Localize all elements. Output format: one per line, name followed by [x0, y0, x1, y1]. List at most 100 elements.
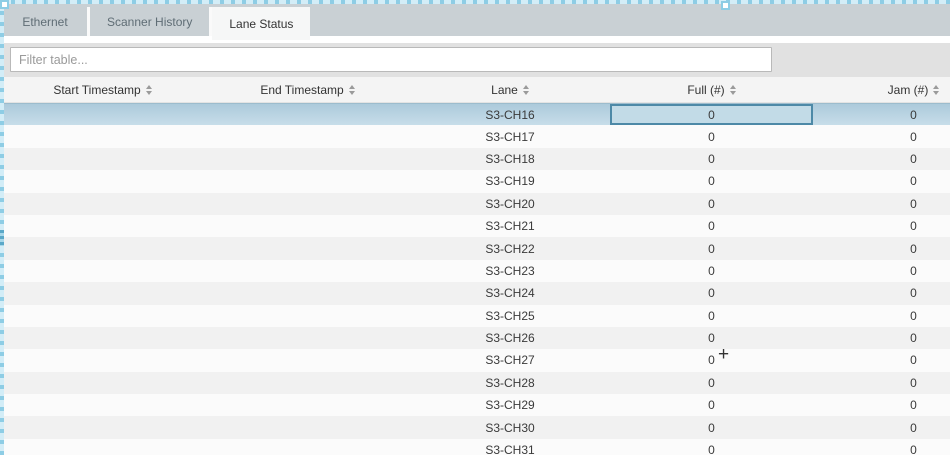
- cell-start-timestamp[interactable]: [0, 260, 205, 282]
- cell-jam-count[interactable]: 0: [813, 349, 950, 371]
- cell-lane[interactable]: S3-CH30: [410, 416, 610, 438]
- cell-jam-count[interactable]: 0: [813, 148, 950, 170]
- tab-scanner-history[interactable]: Scanner History: [90, 7, 212, 36]
- column-header-lane[interactable]: Lane: [410, 77, 610, 102]
- cell-jam-count[interactable]: 0: [813, 416, 950, 438]
- table-row[interactable]: S3-CH16 0 0: [0, 103, 950, 125]
- cell-lane[interactable]: S3-CH17: [410, 125, 610, 147]
- cell-start-timestamp[interactable]: [0, 215, 205, 237]
- cell-start-timestamp[interactable]: [0, 372, 205, 394]
- cell-start-timestamp[interactable]: [0, 125, 205, 147]
- cell-full-count[interactable]: 0: [610, 394, 813, 416]
- cell-lane[interactable]: S3-CH25: [410, 305, 610, 327]
- cell-full-count[interactable]: 0: [610, 305, 813, 327]
- cell-end-timestamp[interactable]: [205, 237, 410, 259]
- table-row[interactable]: S3-CH26 0 0: [0, 327, 950, 349]
- cell-end-timestamp[interactable]: [205, 260, 410, 282]
- cell-lane[interactable]: S3-CH26: [410, 327, 610, 349]
- cell-full-count[interactable]: 0: [610, 215, 813, 237]
- table-row[interactable]: S3-CH18 0 0: [0, 148, 950, 170]
- cell-lane[interactable]: S3-CH23: [410, 260, 610, 282]
- cell-full-count[interactable]: 0: [610, 260, 813, 282]
- table-row[interactable]: S3-CH25 0 0: [0, 305, 950, 327]
- column-header-full[interactable]: Full (#): [610, 77, 813, 102]
- cell-start-timestamp[interactable]: [0, 170, 205, 192]
- cell-end-timestamp[interactable]: [205, 193, 410, 215]
- cell-full-count[interactable]: 0: [610, 170, 813, 192]
- cell-end-timestamp[interactable]: [205, 170, 410, 192]
- cell-full-count[interactable]: 0: [610, 237, 813, 259]
- cell-start-timestamp[interactable]: [0, 349, 205, 371]
- cell-jam-count[interactable]: 0: [813, 394, 950, 416]
- cell-jam-count[interactable]: 0: [813, 439, 950, 455]
- cell-jam-count[interactable]: 0: [813, 104, 950, 125]
- cell-jam-count[interactable]: 0: [813, 305, 950, 327]
- cell-start-timestamp[interactable]: [0, 327, 205, 349]
- table-row[interactable]: S3-CH20 0 0: [0, 193, 950, 215]
- cell-end-timestamp[interactable]: [205, 394, 410, 416]
- tab-ethernet[interactable]: Ethernet: [3, 7, 90, 36]
- cell-start-timestamp[interactable]: [0, 282, 205, 304]
- cell-full-count[interactable]: 0: [610, 125, 813, 147]
- cell-full-count[interactable]: 0: [610, 416, 813, 438]
- cell-full-count[interactable]: 0: [610, 439, 813, 455]
- cell-start-timestamp[interactable]: [0, 193, 205, 215]
- table-row[interactable]: S3-CH24 0 0: [0, 282, 950, 304]
- cell-lane[interactable]: S3-CH24: [410, 282, 610, 304]
- table-row[interactable]: S3-CH19 0 0: [0, 170, 950, 192]
- cell-jam-count[interactable]: 0: [813, 215, 950, 237]
- column-header-end[interactable]: End Timestamp: [205, 77, 410, 102]
- cell-end-timestamp[interactable]: [205, 104, 410, 125]
- cell-jam-count[interactable]: 0: [813, 193, 950, 215]
- cell-end-timestamp[interactable]: [205, 215, 410, 237]
- resize-handle-top-middle[interactable]: [721, 1, 730, 10]
- cell-lane[interactable]: S3-CH18: [410, 148, 610, 170]
- cell-lane[interactable]: S3-CH21: [410, 215, 610, 237]
- cell-start-timestamp[interactable]: [0, 416, 205, 438]
- resize-handle-top-left[interactable]: [0, 0, 9, 9]
- tab-lane-status[interactable]: Lane Status: [212, 7, 310, 40]
- cell-lane[interactable]: S3-CH28: [410, 372, 610, 394]
- cell-start-timestamp[interactable]: [0, 104, 205, 125]
- cell-end-timestamp[interactable]: [205, 327, 410, 349]
- cell-lane[interactable]: S3-CH29: [410, 394, 610, 416]
- cell-start-timestamp[interactable]: [0, 439, 205, 455]
- cell-jam-count[interactable]: 0: [813, 170, 950, 192]
- cell-full-count[interactable]: 0: [610, 372, 813, 394]
- table-row[interactable]: S3-CH30 0 0: [0, 416, 950, 438]
- table-row[interactable]: S3-CH23 0 0: [0, 260, 950, 282]
- cell-start-timestamp[interactable]: [0, 305, 205, 327]
- cell-end-timestamp[interactable]: [205, 125, 410, 147]
- table-row[interactable]: S3-CH17 0 0: [0, 125, 950, 147]
- cell-start-timestamp[interactable]: [0, 394, 205, 416]
- cell-full-count[interactable]: 0: [610, 148, 813, 170]
- cell-full-count[interactable]: 0: [610, 327, 813, 349]
- cell-full-count[interactable]: 0: [610, 104, 813, 125]
- cell-end-timestamp[interactable]: [205, 372, 410, 394]
- cell-full-count[interactable]: 0: [610, 349, 813, 371]
- filter-table-input[interactable]: [10, 47, 772, 72]
- table-row[interactable]: S3-CH29 0 0: [0, 394, 950, 416]
- cell-jam-count[interactable]: 0: [813, 372, 950, 394]
- cell-start-timestamp[interactable]: [0, 237, 205, 259]
- cell-end-timestamp[interactable]: [205, 305, 410, 327]
- cell-lane[interactable]: S3-CH31: [410, 439, 610, 455]
- table-row[interactable]: S3-CH28 0 0: [0, 372, 950, 394]
- cell-jam-count[interactable]: 0: [813, 282, 950, 304]
- table-row[interactable]: S3-CH31 0 0: [0, 439, 950, 455]
- column-header-start[interactable]: Start Timestamp: [0, 77, 205, 102]
- cell-end-timestamp[interactable]: [205, 349, 410, 371]
- cell-end-timestamp[interactable]: [205, 439, 410, 455]
- cell-full-count[interactable]: 0: [610, 282, 813, 304]
- cell-lane[interactable]: S3-CH20: [410, 193, 610, 215]
- cell-lane[interactable]: S3-CH22: [410, 237, 610, 259]
- table-row[interactable]: S3-CH22 0 0: [0, 237, 950, 259]
- column-header-jam[interactable]: Jam (#): [813, 77, 950, 102]
- cell-end-timestamp[interactable]: [205, 148, 410, 170]
- cell-jam-count[interactable]: 0: [813, 327, 950, 349]
- cell-jam-count[interactable]: 0: [813, 125, 950, 147]
- cell-lane[interactable]: S3-CH27: [410, 349, 610, 371]
- table-row[interactable]: S3-CH21 0 0: [0, 215, 950, 237]
- cell-jam-count[interactable]: 0: [813, 237, 950, 259]
- cell-end-timestamp[interactable]: [205, 282, 410, 304]
